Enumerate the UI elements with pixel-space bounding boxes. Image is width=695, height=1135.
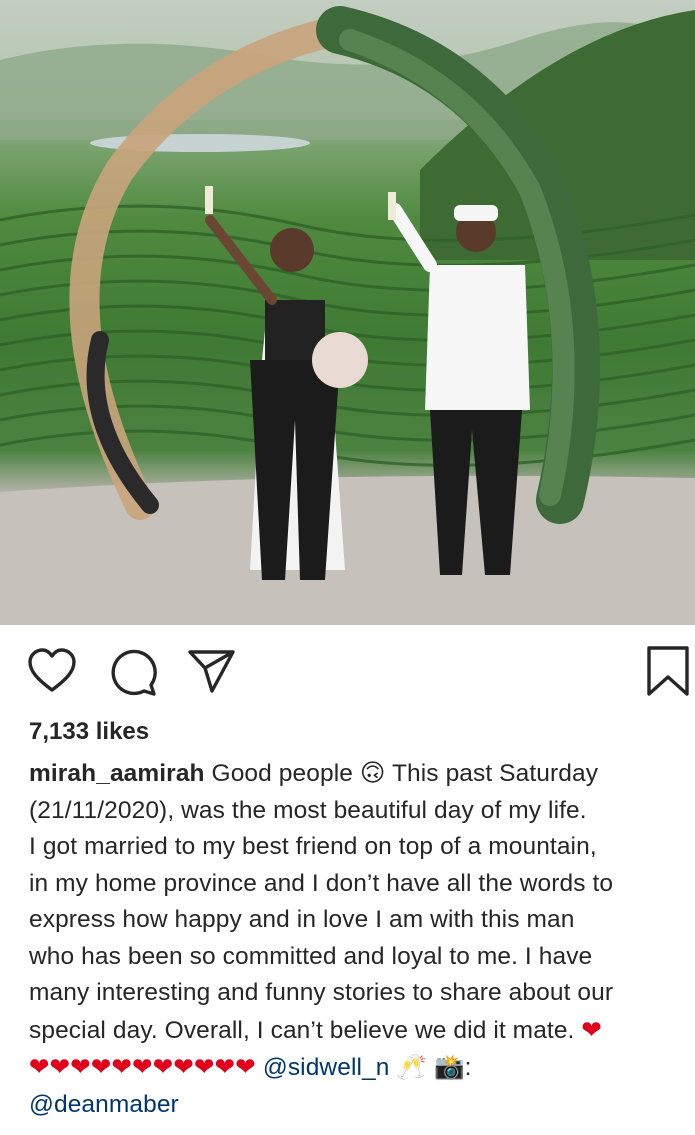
camera-flash-emoji: 📸 — [433, 1052, 465, 1081]
caption-line-1: mirah_aamirah Good people 🙃 This past Sa… — [29, 756, 689, 793]
paper-plane-icon[interactable] — [186, 647, 236, 697]
caption-line-2: (21/11/2020), was the most beautiful day… — [29, 796, 587, 824]
caption-line-4: in my home province and I don’t have all… — [29, 869, 614, 897]
caption-text-8: special day. Overall, I can’t believe we… — [29, 1016, 575, 1044]
post-photo[interactable] — [0, 0, 695, 625]
hearts-emoji-row: ❤❤❤❤❤❤❤❤❤❤❤ — [29, 1052, 256, 1081]
wedding-photo-illustration — [0, 0, 695, 625]
caption-line-9: ❤❤❤❤❤❤❤❤❤❤❤ @sidwell_n 🥂 📸: — [29, 1049, 689, 1087]
clinking-glasses-emoji: 🥂 — [396, 1052, 428, 1081]
caption-line-10: @deanmaber — [29, 1087, 689, 1124]
post-caption: mirah_aamirah Good people 🙃 This past Sa… — [29, 756, 689, 1123]
comment-bubble-icon[interactable] — [108, 647, 158, 697]
caption-colon: : — [464, 1054, 472, 1081]
bookmark-icon[interactable] — [645, 645, 691, 697]
caption-line-6: who has been so committed and loyal to m… — [29, 942, 593, 970]
mention-sidwell[interactable]: @sidwell_n — [263, 1054, 390, 1081]
caption-line-3: I got married to my best friend on top o… — [29, 833, 597, 860]
caption-line-7: many interesting and funny stories to sh… — [29, 979, 614, 1006]
likes-count[interactable]: 7,133 likes — [29, 718, 149, 746]
heart-emoji: ❤ — [581, 1014, 603, 1044]
caption-text-1: Good people 🙃 This past Saturday — [211, 760, 599, 787]
heart-outline-icon[interactable] — [27, 647, 77, 697]
caption-line-5: express how happy and in love I am with … — [29, 906, 575, 933]
caption-username[interactable]: mirah_aamirah — [29, 760, 205, 787]
caption-line-8: special day. Overall, I can’t believe we… — [29, 1012, 689, 1050]
post-action-bar — [0, 625, 695, 715]
mention-deanmaber[interactable]: @deanmaber — [29, 1091, 179, 1118]
